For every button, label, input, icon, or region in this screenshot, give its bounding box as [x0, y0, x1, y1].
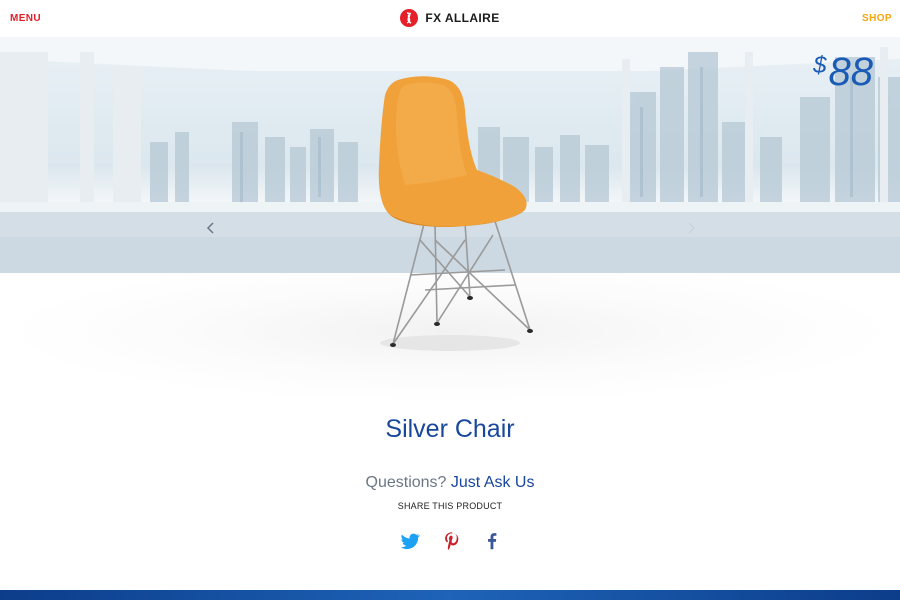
product-title: Silver Chair	[385, 415, 515, 443]
product-price: $88	[813, 50, 873, 94]
just-ask-us-link[interactable]: Just Ask Us	[451, 474, 535, 491]
brand-link[interactable]: FX ALLAIRE	[400, 9, 499, 27]
questions-label: Questions?	[365, 474, 447, 491]
product-image-chair	[378, 76, 533, 351]
carousel-next-icon[interactable]	[684, 216, 698, 240]
pinterest-icon[interactable]	[441, 530, 463, 552]
questions-line: Questions? Just Ask Us	[0, 474, 900, 492]
carousel-prev-icon[interactable]	[204, 216, 218, 240]
shop-button[interactable]: SHOP	[862, 13, 892, 24]
brand-name: FX ALLAIRE	[425, 11, 500, 25]
brand: FX ALLAIRE	[0, 9, 900, 32]
share-label: SHARE THIS PRODUCT	[397, 501, 503, 511]
footer-bar	[0, 590, 900, 600]
twitter-icon[interactable]	[399, 530, 421, 552]
facebook-icon[interactable]	[481, 530, 503, 552]
site-header: MENU FX ALLAIRE SHOP	[0, 0, 900, 37]
brand-logo-icon	[400, 9, 419, 27]
